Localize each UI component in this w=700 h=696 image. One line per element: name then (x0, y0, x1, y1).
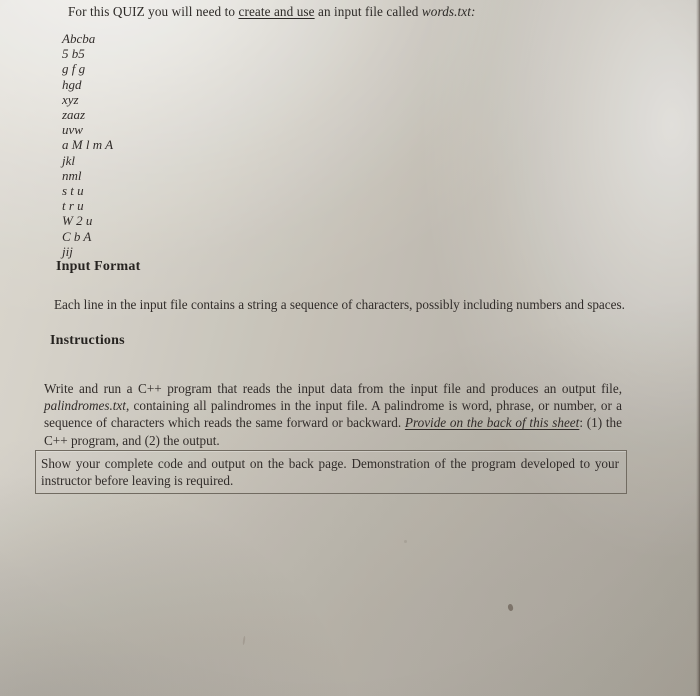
heading-input-format: Input Format (56, 259, 141, 274)
output-filename: palindromes.txt (44, 398, 126, 414)
word-list-item: C b A (62, 228, 92, 244)
intro-sentence: For this QUIZ you will need to create an… (68, 4, 476, 20)
word-list-item: jij (62, 243, 73, 259)
provide-instruction-phrase: Provide on the back of this sheet (404, 415, 580, 431)
intro-text-before: For this QUIZ you will need to (68, 4, 239, 19)
intro-underlined-phrase: create and use (238, 4, 315, 19)
word-list-item: nml (62, 167, 82, 183)
document-content: For this QUIZ you will need to create an… (0, 0, 700, 696)
note-line-1: Show your complete code and output on th… (41, 456, 516, 471)
paragraph-input-format: Each line in the input file contains a s… (54, 297, 625, 312)
word-list-item: a M l m A (62, 137, 114, 153)
word-list-item: hgd (62, 76, 82, 92)
word-list-item: xyz (62, 91, 79, 107)
input-filename: words.txt: (421, 4, 476, 19)
word-list-item: g f g (62, 61, 86, 77)
word-list-item: uvw (62, 122, 83, 138)
word-list-item: Abcba (62, 31, 96, 46)
paragraph-instructions: Write and run a C++ program that reads t… (44, 380, 622, 449)
word-list-item: W 2 u (62, 213, 93, 229)
instructions-text-part1: Write and run a C++ program that reads t… (44, 381, 622, 396)
word-list-item: 5 b5 (62, 46, 85, 62)
word-list-item: jkl (62, 152, 75, 168)
scanned-quiz-page: For this QUIZ you will need to create an… (0, 0, 700, 696)
word-list-item: t r u (62, 198, 84, 214)
heading-instructions: Instructions (50, 333, 125, 348)
word-list-item: zaaz (62, 107, 86, 123)
word-list-item: s t u (62, 183, 84, 199)
intro-text-after: an input file called (314, 4, 422, 19)
note-box-text: Show your complete code and output on th… (41, 455, 619, 489)
word-list: Abcba 5 b5 g f g hgd xyz zaaz uvw a M l … (62, 31, 113, 259)
